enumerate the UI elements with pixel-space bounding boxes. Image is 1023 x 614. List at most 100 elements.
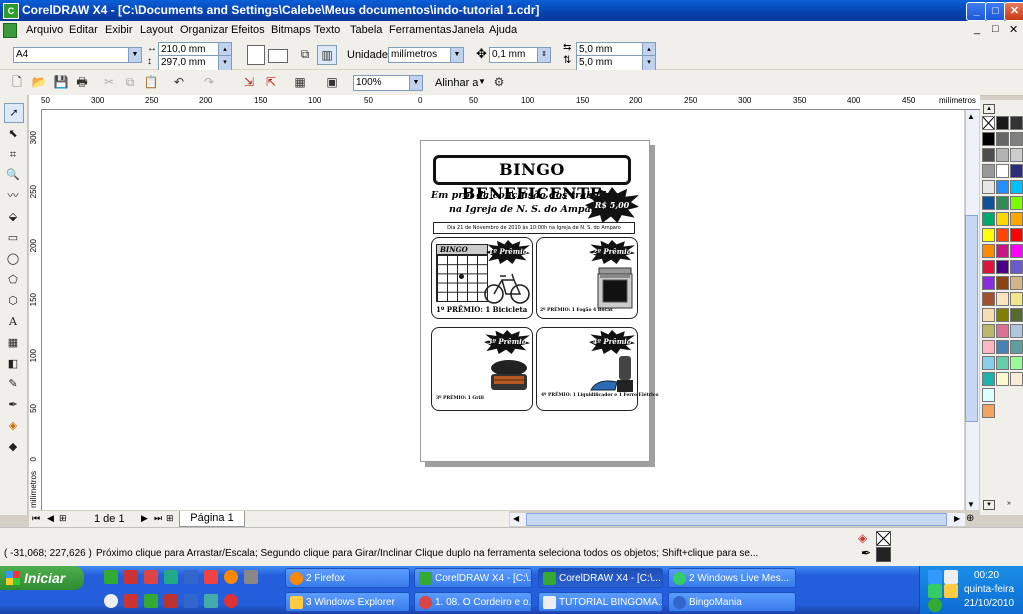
color-swatch[interactable] xyxy=(1010,260,1023,274)
color-swatch[interactable] xyxy=(982,404,995,418)
zoom-navigator-icon[interactable]: ⊕ xyxy=(966,513,974,524)
horizontal-scroll-thumb[interactable] xyxy=(526,513,947,526)
outline-pen-icon[interactable]: ✒ xyxy=(861,546,871,560)
document-page[interactable]: BINGO BENEFICENTE Em prol da conclusão d… xyxy=(420,140,658,462)
doc-restore-button[interactable]: □ xyxy=(992,23,999,35)
fill-tool-icon[interactable]: ◈ xyxy=(4,417,22,435)
palette-scroll-up-icon[interactable]: ▲ xyxy=(983,104,995,114)
tray-icon[interactable] xyxy=(944,570,958,584)
color-swatch[interactable] xyxy=(996,276,1009,290)
duplicate-y-field[interactable]: 5,0 mm ▾ xyxy=(576,55,656,71)
chevron-down-icon[interactable]: ▼ xyxy=(478,77,486,86)
color-swatch[interactable] xyxy=(1010,116,1023,130)
color-swatch[interactable] xyxy=(1010,132,1023,146)
color-swatch[interactable] xyxy=(982,340,995,354)
color-swatch[interactable] xyxy=(982,356,995,370)
color-swatch[interactable] xyxy=(982,324,995,338)
color-swatch[interactable] xyxy=(996,196,1009,210)
taskbar-coreldraw-1[interactable]: CorelDRAW X4 - [C:\... xyxy=(414,568,532,588)
smart-fill-tool-icon[interactable]: ⬙ xyxy=(4,208,22,226)
print-icon[interactable]: 🖶 xyxy=(73,73,91,91)
color-swatch[interactable] xyxy=(982,388,995,402)
quicklaunch-icon[interactable] xyxy=(184,570,198,584)
vertical-ruler[interactable]: 300 250 200 150 100 50 0 milímetros xyxy=(29,109,42,510)
horizontal-ruler[interactable]: 50 300 250 200 150 100 50 0 50 100 150 2… xyxy=(29,95,980,110)
taskbar-live-messenger[interactable]: 2 Windows Live Mes... xyxy=(668,568,796,588)
no-color-swatch[interactable] xyxy=(982,116,995,130)
export-icon[interactable]: ⇱ xyxy=(262,73,280,91)
interactive-fill-tool-icon[interactable]: ◆ xyxy=(4,438,22,456)
color-swatch[interactable] xyxy=(996,228,1009,242)
color-swatch[interactable] xyxy=(996,148,1009,162)
taskbar-firefox[interactable]: 2 Firefox xyxy=(285,568,410,588)
date-line[interactable]: Dia 21 de Novembro de 2010 às 10:00h na … xyxy=(433,222,635,234)
menu-exibir[interactable]: Exibir xyxy=(105,24,133,36)
color-swatch[interactable] xyxy=(1010,244,1023,258)
color-swatch[interactable] xyxy=(996,212,1009,226)
doc-close-button[interactable]: ✕ xyxy=(1009,23,1018,36)
current-page-icon[interactable]: ▥ xyxy=(317,45,337,65)
maximize-button[interactable]: □ xyxy=(985,2,1006,21)
color-swatch[interactable] xyxy=(1010,212,1023,226)
quicklaunch-icon[interactable] xyxy=(124,594,138,608)
cut-icon[interactable]: ✂ xyxy=(100,73,118,91)
menu-bitmaps[interactable]: Bitmaps xyxy=(271,24,311,36)
menu-texto[interactable]: Texto xyxy=(314,24,340,36)
open-folder-icon[interactable]: 📂 xyxy=(30,73,48,91)
landscape-button[interactable] xyxy=(268,49,288,63)
zoom-tool-icon[interactable]: 🔍 xyxy=(4,166,22,184)
menu-editar[interactable]: Editar xyxy=(69,24,98,36)
quicklaunch-icon[interactable] xyxy=(224,594,238,608)
vertical-scroll-thumb[interactable] xyxy=(965,215,978,422)
page-tab[interactable]: Página 1 xyxy=(179,511,245,527)
color-swatch[interactable] xyxy=(982,132,995,146)
previous-page-icon[interactable]: ◀ xyxy=(47,513,54,524)
color-swatch[interactable] xyxy=(982,292,995,306)
scroll-up-icon[interactable]: ▲ xyxy=(967,112,975,121)
tray-icon[interactable] xyxy=(928,570,942,584)
menu-ferramentas[interactable]: Ferramentas xyxy=(389,24,451,36)
clock-time[interactable]: 00:20 xyxy=(974,570,999,581)
quicklaunch-icon[interactable] xyxy=(244,570,258,584)
save-icon[interactable]: 💾 xyxy=(52,73,70,91)
fill-color-swatch[interactable] xyxy=(876,531,891,546)
add-page-before-icon[interactable]: ⊞ xyxy=(59,513,67,524)
doc-minimize-button[interactable]: _ xyxy=(974,23,980,35)
corel-app-icon[interactable]: C xyxy=(3,3,19,19)
quicklaunch-icon[interactable] xyxy=(144,594,158,608)
color-swatch[interactable] xyxy=(1010,164,1023,178)
add-page-after-icon[interactable]: ⊞ xyxy=(166,513,174,524)
taskbar-bingomania[interactable]: BingoMania xyxy=(668,592,796,612)
color-swatch[interactable] xyxy=(996,292,1009,306)
text-tool-icon[interactable]: A xyxy=(4,313,22,331)
outline-color-swatch[interactable] xyxy=(876,547,891,562)
import-icon[interactable]: ⇲ xyxy=(240,73,258,91)
color-swatch[interactable] xyxy=(1010,148,1023,162)
first-page-icon[interactable]: ⏮ xyxy=(32,513,40,524)
all-pages-icon[interactable]: ⧉ xyxy=(296,45,314,63)
chevron-down-icon[interactable]: ▼ xyxy=(409,76,422,90)
palette-flyout-icon[interactable]: » xyxy=(1000,500,1018,508)
welcome-screen-icon[interactable]: ▣ xyxy=(323,73,341,91)
palette-scroll-down-icon[interactable]: ▼ xyxy=(983,500,995,510)
quicklaunch-icon[interactable] xyxy=(204,570,218,584)
color-swatch[interactable] xyxy=(996,260,1009,274)
color-swatch[interactable] xyxy=(1010,324,1023,338)
color-swatch[interactable] xyxy=(996,324,1009,338)
color-swatch[interactable] xyxy=(996,116,1009,130)
spin-icon[interactable]: ⇕ xyxy=(537,48,550,62)
units-select[interactable]: milímetros ▼ xyxy=(388,47,464,63)
prize-box-2[interactable]: 2º Prêmio 2º PRÊMIO: 1 Fogão 4 Bocas xyxy=(536,237,638,319)
flyer-subtitle-line2[interactable]: na Igreja de N. S. do Amparo xyxy=(449,204,609,215)
ellipse-tool-icon[interactable]: ◯ xyxy=(4,250,22,268)
quicklaunch-icon[interactable] xyxy=(204,594,218,608)
quicklaunch-icon[interactable] xyxy=(124,570,138,584)
firefox-quicklaunch-icon[interactable] xyxy=(224,570,238,584)
spin-icon[interactable]: ▾ xyxy=(218,56,231,70)
spin-icon[interactable]: ▾ xyxy=(642,56,655,70)
eyedropper-tool-icon[interactable]: ✎ xyxy=(4,375,22,393)
menu-layout[interactable]: Layout xyxy=(140,24,173,36)
application-launcher-icon[interactable]: ▦ xyxy=(291,73,309,91)
next-page-icon[interactable]: ▶ xyxy=(141,513,148,524)
color-swatch[interactable] xyxy=(996,244,1009,258)
